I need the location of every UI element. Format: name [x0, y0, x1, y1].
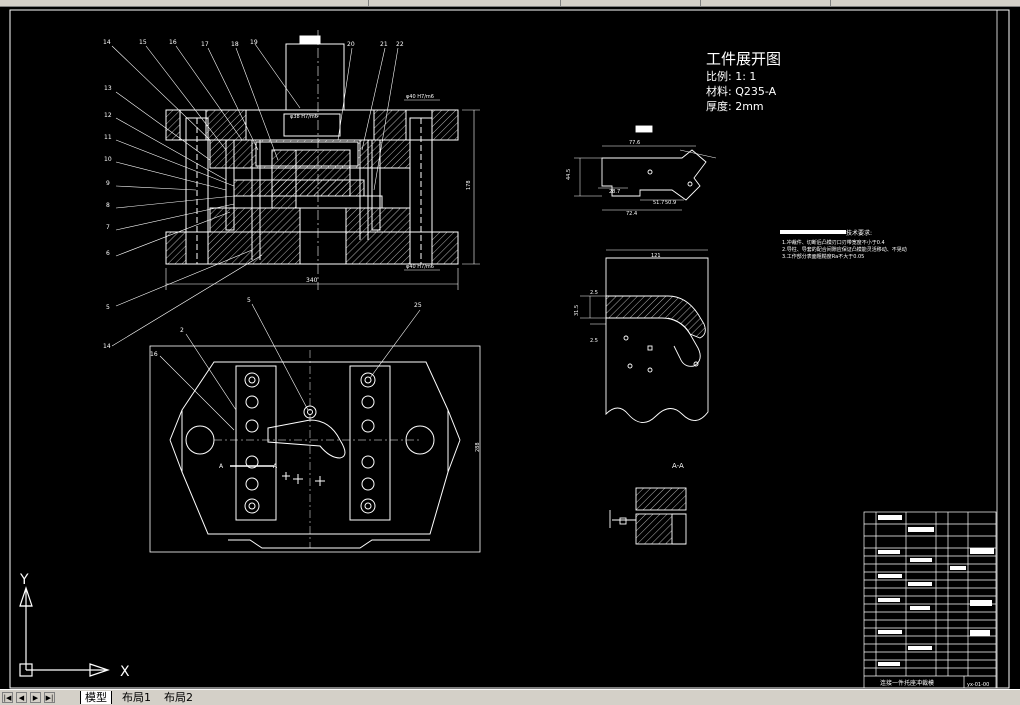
section-view — [609, 487, 687, 545]
workpiece-thickness: 厚度: 2mm — [706, 99, 764, 113]
dim-c: 2.5 — [590, 338, 598, 344]
workpiece-info: 工件展开图 比例: 1: 1 材料: Q235-A 厚度: 2mm — [706, 50, 781, 113]
workpiece-scale: 比例: 1: 1 — [706, 69, 756, 83]
tab-layout2[interactable]: 布局2 — [160, 691, 197, 704]
callout-15: 15 — [139, 39, 147, 46]
callout-19: 19 — [250, 39, 258, 46]
callout-6: 6 — [106, 250, 110, 257]
blank-drawing — [574, 125, 717, 211]
tech-req-underline — [780, 230, 846, 234]
callout-22: 22 — [396, 41, 404, 48]
callout-25: 25 — [414, 302, 422, 309]
callout-10: 10 — [104, 156, 112, 163]
tab-model-label: 模型 — [85, 691, 107, 704]
nav-prev-icon[interactable]: ◀ — [16, 692, 27, 703]
dim-blank-w5: 50.9 — [665, 200, 676, 206]
dim-blank-w2: 72.4 — [626, 211, 637, 217]
tech-req-item-2: 2.导柱、导套的配合间隙应保证凸模能灵活移动、不晃动 — [782, 246, 907, 253]
tab-layout1[interactable]: 布局1 — [118, 691, 155, 704]
callout-labels-left: 13 12 11 10 9 8 7 6 5 14 — [103, 85, 112, 350]
tech-req-item-3: 3.工作部分表面粗糙度Ra不大于0.05 — [782, 253, 864, 260]
ucs-y-label: Y — [19, 572, 29, 588]
dim-bush-bottom: φ40 H7/m6 — [406, 264, 434, 270]
workpiece-title: 工件展开图 — [706, 50, 781, 68]
dim-blank-h: 44.5 — [566, 169, 572, 180]
callout-16-plan: 16 — [150, 351, 158, 358]
ucs-x-label: X — [120, 664, 130, 680]
dim-total-height: 178 — [466, 180, 472, 190]
callout-5-left: 5 — [106, 304, 110, 311]
dim-b: 31.5 — [574, 305, 580, 316]
ucs-icon — [19, 586, 110, 677]
callout-2: 2 — [180, 327, 184, 334]
callout-17: 17 — [201, 41, 209, 48]
drawing-canvas[interactable]: 340 178 φ40 H7/m6 φ40 H7/m6 φ38 H7/m6 14… — [0, 7, 1020, 689]
assembly-plan-view — [149, 345, 481, 553]
tab-layout1-label: 布局1 — [122, 691, 151, 704]
dim-blank-w3: 51.7 — [653, 200, 664, 206]
callout-20: 20 — [347, 41, 355, 48]
nav-next-icon[interactable]: ▶ — [30, 692, 41, 703]
dim-blank-w4: 28.7 — [609, 189, 620, 195]
section-mark-right: A — [273, 463, 278, 470]
callout-14: 14 — [103, 39, 111, 46]
bent-part-view — [580, 249, 709, 423]
callout-12: 12 — [104, 112, 112, 119]
layout-tab-bar: |◀ ◀ ▶ ▶| 模型 布局1 布局2 — [0, 689, 1020, 705]
plan-callouts: 2 16 5 25 A A — [150, 297, 422, 470]
tech-req-item-1: 1.冲裁件、切断后凸模刃口刃带宽度不小于0.4 — [782, 239, 885, 246]
dim-blank-w1: 77.6 — [629, 140, 640, 146]
callout-labels-top: 14 15 16 17 18 19 20 21 22 — [103, 39, 404, 48]
callout-8: 8 — [106, 202, 110, 209]
dim-view-width: 121 — [651, 253, 661, 259]
cad-drawing: 340 178 φ40 H7/m6 φ40 H7/m6 φ38 H7/m6 14… — [9, 9, 1010, 689]
workpiece-material: 材料: Q235-A — [706, 84, 777, 98]
tab-layout2-label: 布局2 — [164, 691, 193, 704]
title-block-name: 连接一件托座冲裁模 — [880, 679, 934, 687]
dim-a: 2.5 — [590, 290, 598, 296]
callout-16: 16 — [169, 39, 177, 46]
plan-leaders — [159, 303, 421, 431]
callout-21: 21 — [380, 41, 388, 48]
tech-req-heading: 技术要求: — [846, 229, 872, 237]
blank-dimensions: 77.6 72.4 51.7 28.7 50.9 44.5 — [566, 140, 676, 217]
drawing-border — [9, 9, 1010, 689]
dim-base-width: 340 — [306, 277, 318, 284]
dim-punch-fit: φ38 H7/m6 — [290, 114, 318, 120]
callout-13: 13 — [104, 85, 112, 92]
callout-9: 9 — [106, 180, 110, 187]
callout-11: 11 — [104, 134, 112, 141]
callout-5: 5 — [247, 297, 251, 304]
dim-bush-top: φ40 H7/m6 — [406, 94, 434, 100]
section-mark-left: A — [219, 463, 224, 470]
toolbar-strip — [0, 0, 1020, 7]
callout-18: 18 — [231, 41, 239, 48]
callout-7: 7 — [106, 224, 110, 231]
tab-model[interactable]: 模型 — [80, 691, 112, 704]
dim-plan-height: 288 — [475, 442, 481, 452]
section-label: A-A — [672, 462, 684, 470]
nav-last-icon[interactable]: ▶| — [44, 692, 55, 703]
title-block-code: yx-01-00 — [967, 682, 989, 688]
callout-14-left: 14 — [103, 343, 111, 350]
nav-first-icon[interactable]: |◀ — [2, 692, 13, 703]
